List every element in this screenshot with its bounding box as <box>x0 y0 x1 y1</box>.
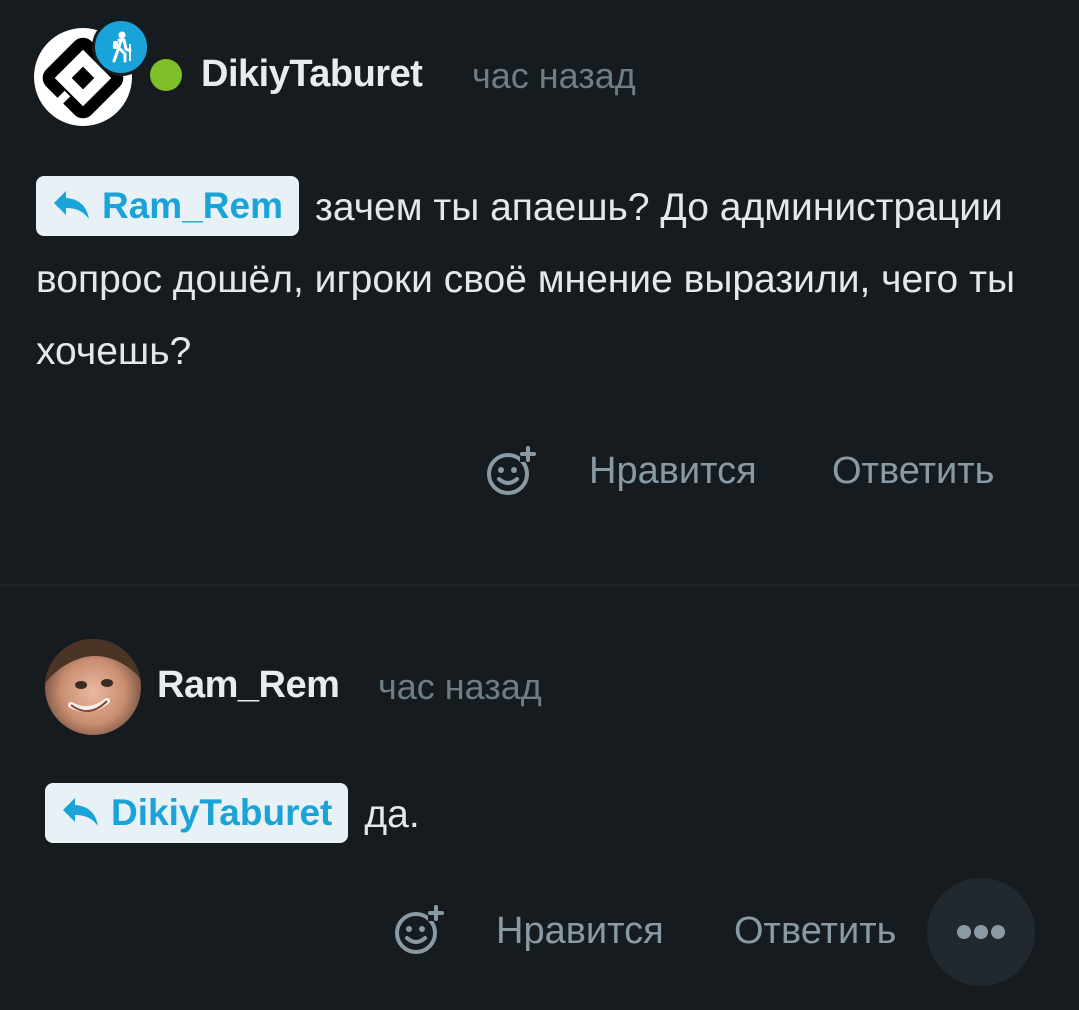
comment-body: DikiyTaburet да. <box>45 779 1045 851</box>
comments-page: DikiyTaburet час назад Ram_Rem зачем ты а… <box>0 0 1079 1010</box>
reply-button[interactable]: Ответить <box>734 907 896 955</box>
more-options-button[interactable] <box>927 878 1035 986</box>
author-name[interactable]: DikiyTaburet <box>201 52 423 96</box>
reply-mention-chip[interactable]: DikiyTaburet <box>45 782 349 843</box>
reply-arrow-icon <box>54 190 89 219</box>
comment: DikiyTaburet час назад Ram_Rem зачем ты а… <box>0 0 1079 585</box>
timestamp: час назад <box>472 55 636 96</box>
reply-arrow-icon <box>63 797 98 826</box>
online-indicator <box>150 59 182 91</box>
add-reaction-icon[interactable] <box>392 905 444 957</box>
comment: Ram_Rem час назад DikiyTaburet да. Нравит… <box>0 587 1079 1010</box>
reply-button[interactable]: Ответить <box>832 447 994 495</box>
author-name[interactable]: Ram_Rem <box>157 663 340 707</box>
reply-mention-label: Ram_Rem <box>102 184 283 226</box>
timestamp: час назад <box>378 666 542 707</box>
comment-text: да. <box>364 793 420 836</box>
hiker-icon <box>112 31 132 63</box>
more-dots-icon <box>957 925 1005 939</box>
reply-mention-chip[interactable]: Ram_Rem <box>36 175 299 236</box>
like-button[interactable]: Нравится <box>589 447 757 495</box>
like-button[interactable]: Нравится <box>496 907 664 955</box>
comment-body: Ram_Rem зачем ты апаешь? До администрации… <box>36 172 1036 388</box>
add-reaction-icon[interactable] <box>484 446 536 498</box>
avatar[interactable] <box>45 639 141 735</box>
reply-mention-label: DikiyTaburet <box>111 791 333 833</box>
photo-avatar-icon <box>45 639 141 713</box>
hiker-badge <box>92 18 150 76</box>
